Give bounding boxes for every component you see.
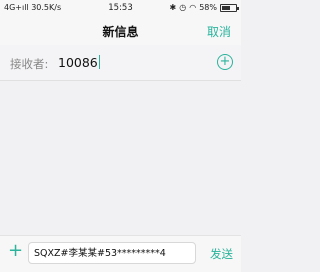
message-thread-area xyxy=(0,81,241,235)
status-right-group: ✱ ◷ ◠ 58% xyxy=(169,3,239,12)
navigation-bar: 新信息 取消 xyxy=(0,17,241,45)
recipient-row[interactable]: 接收者: 10086 + xyxy=(0,45,241,81)
recipient-number: 10086 xyxy=(58,55,98,70)
status-bar: 4G+ıll 30.5K/s 15:53 ✱ ◷ ◠ 58% xyxy=(0,0,241,17)
recipient-input[interactable]: 10086 xyxy=(58,55,100,70)
battery-icon xyxy=(220,3,239,12)
cancel-button[interactable]: 取消 xyxy=(207,23,231,40)
add-contact-icon[interactable]: + xyxy=(217,54,233,70)
alarm-icon: ◷ xyxy=(179,3,187,12)
recipient-label: 接收者: xyxy=(10,57,49,71)
text-cursor xyxy=(98,55,100,69)
send-button[interactable]: 发送 xyxy=(210,246,233,262)
wifi-icon: ◠ xyxy=(189,3,197,12)
message-composer: + SQXZ#李某某#53*********4 发送 xyxy=(0,235,241,272)
message-input[interactable]: SQXZ#李某某#53*********4 xyxy=(28,242,196,264)
bluetooth-icon: ✱ xyxy=(169,3,177,12)
add-attachment-icon[interactable]: + xyxy=(8,242,23,260)
battery-percent: 58% xyxy=(199,3,217,12)
page-title: 新信息 xyxy=(102,25,139,39)
